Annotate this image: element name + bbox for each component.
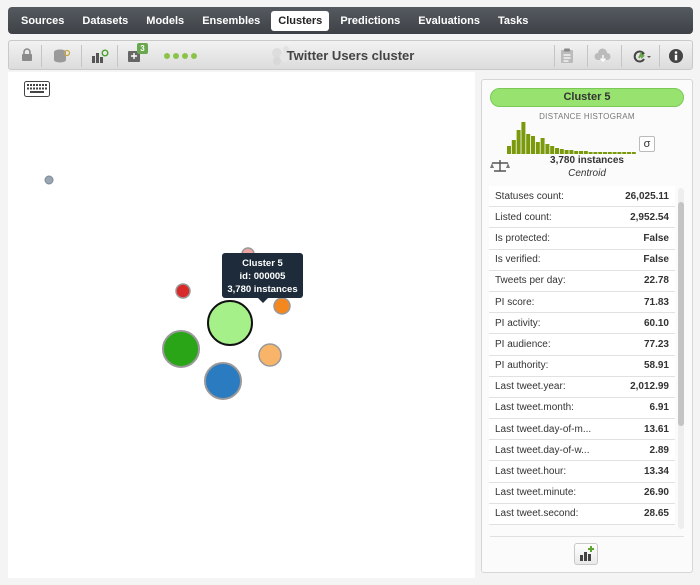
centroid-field-row: Tweets per day: 22.78 [489, 270, 675, 292]
centroid-field-row: Listed count: 2,952.54 [489, 207, 675, 229]
field-value: 77.23 [643, 338, 669, 350]
histogram-bar [540, 138, 545, 154]
cluster-detail-panel: Cluster 5 DISTANCE HISTOGRAM σ 3,780 ins… [481, 79, 693, 573]
centroid-field-row: Is protected: False [489, 228, 675, 250]
centroid-field-row: Last tweet.hour: 13.34 [489, 461, 675, 483]
field-value: 22.78 [643, 275, 669, 287]
field-value: 28.65 [643, 508, 669, 520]
centroid-field-row: Statuses count: 26,025.11 [489, 186, 675, 208]
field-value: 2.89 [649, 444, 669, 456]
tooltip-cluster-id: id: 000005 [239, 271, 286, 282]
centroid-field-row: Last tweet.year: 2,012.99 [489, 376, 675, 398]
histogram-bar [622, 152, 627, 154]
field-label: Is verified: [495, 254, 541, 266]
centroid-field-row: Last tweet.month: 6.91 [489, 397, 675, 420]
field-value: 2,012.99 [630, 381, 669, 393]
histogram-bar [559, 149, 564, 154]
histogram-bar [550, 146, 555, 154]
bar-chart-plus-icon [580, 546, 594, 561]
field-label: Is protected: [495, 232, 551, 244]
histogram-bar [511, 140, 516, 154]
histogram-bar [535, 142, 540, 154]
centroid-field-row: PI score: 71.83 [489, 291, 675, 314]
field-value: False [643, 232, 669, 244]
histogram-bar [612, 152, 617, 154]
centroid-field-row: Last tweet.day-of-w... 2.89 [489, 440, 675, 462]
field-label: PI audience: [495, 338, 551, 350]
scrollbar-thumb[interactable] [678, 202, 684, 426]
cluster-node[interactable] [204, 362, 242, 400]
field-value: 60.10 [643, 317, 669, 329]
field-label: Statuses count: [495, 190, 564, 202]
histogram-bar [579, 151, 583, 154]
histogram-bar [631, 152, 636, 154]
cluster-node[interactable] [258, 343, 282, 367]
histogram-bar [598, 152, 603, 154]
field-label: Last tweet.month: [495, 402, 574, 414]
field-value: 13.61 [643, 423, 669, 435]
field-label: Last tweet.hour: [495, 466, 567, 478]
cluster-tooltip: Cluster 5 id: 000005 3,780 instances [222, 253, 303, 303]
field-value: 2,952.54 [630, 211, 669, 223]
field-value: 26,025.11 [625, 190, 669, 202]
centroid-field-row: PI activity: 60.10 [489, 313, 675, 335]
centroid-field-row: Last tweet.minute: 26.90 [489, 482, 675, 504]
field-value: 13.34 [643, 466, 669, 478]
sigma-button[interactable]: σ [639, 136, 655, 152]
field-label: Last tweet.day-of-w... [495, 444, 590, 456]
cluster-node[interactable] [44, 175, 54, 185]
field-label: Listed count: [495, 211, 552, 223]
histogram-bar [603, 152, 607, 154]
histogram-bar [521, 122, 526, 154]
tooltip-instances: 3,780 instances [227, 284, 298, 295]
panel-scrollbar[interactable] [678, 188, 684, 529]
field-value: 58.91 [643, 360, 669, 372]
histogram-bar [516, 130, 521, 154]
histogram-bar [583, 151, 588, 154]
centroid-field-row: PI audience: 77.23 [489, 334, 675, 356]
field-label: PI activity: [495, 317, 541, 329]
histogram-bar [617, 152, 622, 154]
histogram-bar [593, 152, 598, 154]
histogram-bar [569, 150, 574, 154]
cluster-node[interactable] [162, 330, 200, 368]
centroid-field-row: PI authority: 58.91 [489, 355, 675, 377]
centroid-field-row: Is verified: False [489, 249, 675, 271]
cluster-node[interactable] [175, 283, 191, 299]
centroid-field-row: Last tweet.day-of-m... 13.61 [489, 419, 675, 441]
distance-histogram [507, 122, 636, 154]
field-value: 71.83 [643, 296, 669, 308]
field-label: Last tweet.minute: [495, 487, 577, 499]
centroid-field-row: Last tweet.second: 28.65 [489, 503, 675, 525]
field-value: 6.91 [649, 402, 669, 414]
instances-count: 3,780 instances [550, 155, 624, 166]
cluster-node-selected[interactable] [207, 300, 253, 346]
histogram-bar [627, 152, 631, 154]
histogram-title: DISTANCE HISTOGRAM [539, 112, 635, 121]
field-value: False [643, 254, 669, 266]
tooltip-cluster-name: Cluster 5 [242, 258, 283, 269]
cluster-node[interactable] [273, 297, 291, 315]
field-label: PI score: [495, 296, 535, 308]
histogram-bar [531, 136, 535, 154]
cluster-name-label[interactable]: Cluster 5 [490, 88, 684, 107]
histogram-bar [555, 148, 559, 154]
add-chart-button[interactable] [574, 543, 598, 565]
histogram-bar [507, 146, 511, 154]
histogram-bar [607, 152, 612, 154]
histogram-bar [564, 150, 569, 154]
centroid-label: Centroid [568, 168, 606, 179]
field-label: Last tweet.second: [495, 508, 579, 520]
histogram-bar [545, 144, 550, 154]
histogram-bar [526, 134, 531, 154]
field-value: 26.90 [643, 487, 669, 499]
field-label: Last tweet.year: [495, 381, 566, 393]
centroid-field-list[interactable]: Statuses count: 26,025.11 Listed count: 2,9… [489, 186, 675, 529]
field-label: Last tweet.day-of-m... [495, 423, 592, 435]
field-label: PI authority: [495, 360, 549, 372]
histogram-bar [588, 152, 593, 154]
histogram-bar [574, 151, 579, 154]
field-label: Tweets per day: [495, 275, 566, 287]
